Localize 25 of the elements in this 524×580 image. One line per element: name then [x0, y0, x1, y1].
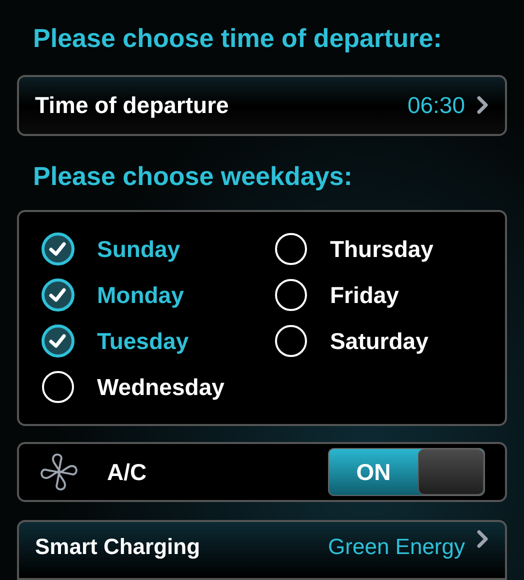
checkbox[interactable] [41, 370, 75, 404]
section-heading: Please choose time of departure: [32, 22, 443, 54]
chevron-icon [477, 96, 489, 114]
weekday-label: Tuesday [97, 326, 189, 356]
checkbox[interactable] [274, 278, 308, 312]
departure-row[interactable]: Time of departure 06:30 [17, 74, 507, 136]
weekday-label: Saturday [330, 326, 428, 356]
checkbox[interactable] [274, 232, 308, 266]
weekday-label: Wednesday [97, 372, 224, 402]
weekday-label: Thursday [330, 234, 434, 264]
weekday-label: Monday [97, 280, 184, 310]
departure-time: 06:30 [407, 90, 465, 120]
smart-charging-row[interactable]: Smart Charging Green Energy [17, 520, 507, 580]
checkbox-checked[interactable] [41, 324, 75, 358]
weekday-label: Friday [330, 280, 399, 310]
ac-label: A/C [107, 458, 148, 487]
weekday-label: Sunday [97, 234, 180, 264]
checkbox[interactable] [274, 324, 308, 358]
fan-icon [39, 452, 79, 492]
section-heading: Please choose weekdays: [32, 160, 354, 192]
charging-mode: Green Energy [328, 533, 465, 561]
ac-switch[interactable]: ON [328, 448, 485, 496]
checkbox-checked[interactable] [41, 232, 75, 266]
checkbox-checked[interactable] [41, 278, 75, 312]
chevron-icon [477, 530, 489, 548]
